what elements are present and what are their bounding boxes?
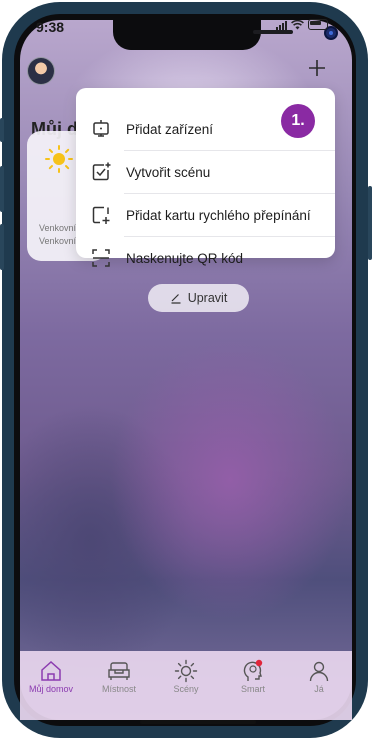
tab-room[interactable]: Místnost — [89, 659, 149, 694]
menu-item-label: Naskenujte QR kód — [126, 250, 244, 266]
menu-item-label: Přidat kartu rychlého přepínání — [126, 207, 311, 223]
tab-me[interactable]: Já — [289, 659, 349, 694]
wifi-icon — [291, 19, 304, 29]
tab-scenes[interactable]: Scény — [156, 659, 216, 694]
outdoor-temp-label: Venkovní — [39, 223, 77, 233]
menu-item-scan-qr[interactable]: Naskenujte QR kód — [76, 237, 335, 279]
tab-label: Můj domov — [28, 684, 73, 694]
tab-smart[interactable]: Smart — [223, 659, 283, 694]
tab-label: Já — [314, 684, 324, 694]
tab-label: Scény — [173, 684, 199, 694]
mute-switch — [0, 118, 4, 142]
home-indicator — [140, 720, 256, 724]
menu-item-label: Vytvořit scénu — [126, 164, 211, 180]
edit-button[interactable]: Upravit — [148, 284, 249, 312]
battery-icon — [308, 19, 328, 30]
status-time: 9:38 — [36, 19, 65, 35]
speaker — [253, 30, 293, 34]
qr-scan-icon — [92, 249, 110, 267]
device-icon — [93, 120, 109, 137]
volume-up-button — [0, 166, 4, 212]
step-badge: 1. — [281, 104, 315, 138]
tab-label: Místnost — [101, 684, 136, 694]
signal-icon — [276, 20, 287, 30]
bottom-tab-bar: Můj domov Místnost Scény Smart Já — [20, 651, 352, 720]
edit-button-label: Upravit — [187, 291, 228, 305]
sun-icon — [174, 659, 198, 683]
notch — [113, 20, 336, 50]
menu-item-add-quick-card[interactable]: Přidat kartu rychlého přepínání — [76, 194, 335, 236]
pencil-icon — [171, 294, 181, 304]
add-button[interactable] — [305, 57, 329, 81]
menu-item-label: Přidat zařízení — [126, 121, 214, 137]
volume-down-button — [0, 224, 4, 270]
menu-item-create-scene[interactable]: Vytvořit scénu — [76, 151, 335, 193]
brain-icon — [243, 659, 263, 681]
tab-my-home[interactable]: Můj domov — [21, 659, 81, 694]
person-icon — [309, 661, 329, 682]
avatar[interactable] — [27, 57, 55, 85]
status-icons — [276, 19, 328, 30]
sofa-icon — [108, 662, 130, 680]
sun-weather-icon — [45, 145, 73, 173]
outdoor-humidity-label: Venkovní — [39, 236, 77, 246]
home-icon — [41, 660, 61, 681]
power-button — [368, 186, 372, 260]
scene-add-icon — [92, 162, 111, 181]
card-add-icon — [92, 206, 110, 224]
tab-label: Smart — [240, 684, 265, 694]
plus-icon — [309, 60, 325, 76]
